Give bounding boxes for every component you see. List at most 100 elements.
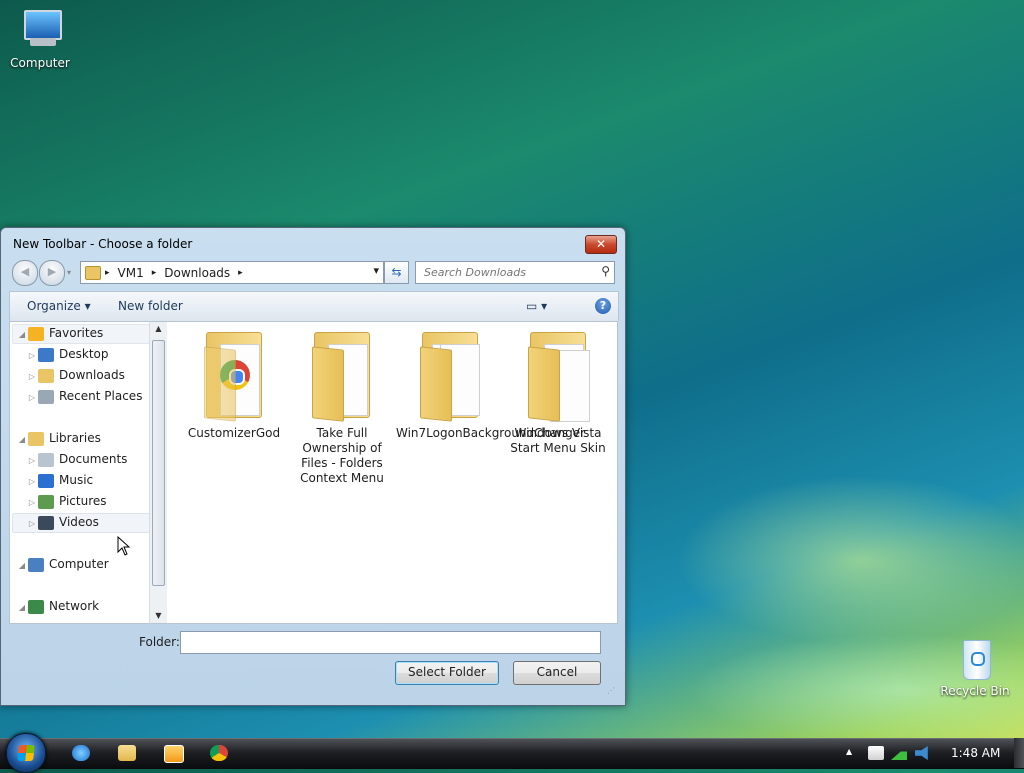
folder-item[interactable]: CustomizerGod — [180, 330, 288, 441]
internet-explorer-icon[interactable] — [72, 745, 90, 761]
select-folder-button[interactable]: Select Folder — [395, 661, 499, 685]
start-button[interactable] — [6, 733, 46, 773]
folder-name: Take Full Ownership of Files - Folders C… — [300, 426, 384, 485]
expand-arrow-icon[interactable]: ▷ — [26, 472, 38, 492]
folder-icon — [418, 330, 482, 422]
nav-item-pictures[interactable]: ▷ Pictures — [26, 491, 107, 511]
nav-item-label: Pictures — [59, 494, 107, 508]
new-folder-button[interactable]: New folder — [118, 299, 183, 313]
libraries-icon — [28, 431, 44, 446]
nav-item-videos[interactable]: ▷ Videos — [26, 512, 99, 532]
folder-item[interactable]: Windows Vista Start Menu Skin — [504, 330, 612, 456]
nav-item-label: Libraries — [49, 431, 101, 445]
nav-item-computer[interactable]: ◢ Computer — [16, 554, 109, 574]
action-center-icon[interactable] — [868, 746, 884, 760]
folder-item[interactable]: Win7LogonBackgroundChanger — [396, 330, 585, 441]
expand-arrow-icon[interactable]: ▷ — [26, 346, 38, 366]
close-icon: ✕ — [595, 237, 607, 251]
computer-label: Computer — [10, 56, 70, 70]
address-separator-icon[interactable]: ▸ — [234, 268, 247, 278]
videos-icon — [38, 515, 54, 530]
navigation-pane[interactable]: ◢ Favorites ▷ Desktop ▷ Downloads ▷ Recent Plac… — [9, 321, 150, 624]
expand-arrow-icon[interactable]: ▷ — [26, 451, 38, 471]
media-player-icon[interactable] — [164, 745, 184, 763]
nav-item-label: Downloads — [59, 368, 125, 382]
scrollbar-thumb[interactable] — [152, 340, 165, 586]
magnifier-icon[interactable]: ⚲ — [601, 264, 610, 278]
nav-item-label: Desktop — [59, 347, 109, 361]
nav-item-label: Computer — [49, 557, 109, 571]
windows-orb-icon — [17, 745, 35, 761]
collapse-arrow-icon[interactable]: ◢ — [16, 556, 28, 576]
folder-content-pane[interactable]: CustomizerGod Take Full Ownership of Fil… — [167, 321, 618, 624]
scroll-down-icon[interactable]: ▼ — [150, 609, 167, 623]
folder-icon — [526, 330, 590, 422]
nav-item-favorites[interactable]: ◢ Favorites — [16, 323, 103, 343]
refresh-button[interactable]: ⇆ — [384, 261, 409, 284]
folder-icon — [310, 330, 374, 422]
help-button[interactable]: ? — [595, 298, 611, 314]
cancel-button[interactable]: Cancel — [513, 661, 601, 685]
pictures-icon — [38, 494, 54, 509]
organize-button[interactable]: Organize ▾ — [27, 299, 91, 313]
nav-item-downloads[interactable]: ▷ Downloads — [26, 365, 125, 385]
recent-pages-dropdown-icon[interactable]: ▾ — [67, 268, 71, 277]
breadcrumb-vm1[interactable]: VM1 — [114, 266, 148, 280]
scroll-up-icon[interactable]: ▲ — [150, 322, 167, 336]
nav-item-label: Documents — [59, 452, 128, 466]
folder-name: Windows Vista Start Menu Skin — [510, 426, 606, 455]
navigation-scrollbar[interactable]: ▲ ▼ — [149, 321, 168, 624]
nav-item-documents[interactable]: ▷ Documents — [26, 449, 127, 469]
nav-item-music[interactable]: ▷ Music — [26, 470, 93, 490]
clock[interactable]: 1:48 AM — [951, 746, 1000, 760]
address-separator-icon[interactable]: ▸ — [101, 268, 114, 278]
expand-arrow-icon[interactable]: ▷ — [26, 367, 38, 387]
address-separator-icon[interactable]: ▸ — [148, 268, 161, 278]
nav-item-label: Recent Places — [59, 389, 143, 403]
folder-field-label: Folder: — [139, 635, 180, 649]
nav-item-network[interactable]: ◢ Network — [16, 596, 99, 616]
network-icon — [28, 599, 44, 614]
folder-item[interactable]: Take Full Ownership of Files - Folders C… — [288, 330, 396, 486]
folder-input[interactable] — [185, 632, 599, 653]
forward-button[interactable]: ▶ — [39, 260, 65, 286]
folder-name: CustomizerGod — [187, 426, 281, 440]
forward-arrow-icon: ▶ — [47, 265, 57, 278]
address-dropdown-icon[interactable]: ▾ — [373, 264, 379, 277]
collapse-arrow-icon[interactable]: ◢ — [16, 430, 28, 450]
show-hidden-icons-button[interactable]: ▲ — [846, 747, 852, 756]
address-bar[interactable]: ▸ VM1 ▸ Downloads ▸ ▾ — [80, 261, 384, 284]
resize-grip-icon[interactable]: ⋰ — [607, 686, 615, 695]
back-arrow-icon: ◀ — [20, 265, 30, 278]
desktop-icon-recycle-bin[interactable]: Recycle Bin — [935, 636, 1015, 698]
nav-item-desktop[interactable]: ▷ Desktop — [26, 344, 109, 364]
music-icon — [38, 473, 54, 488]
windows-explorer-icon[interactable] — [118, 745, 136, 761]
views-button[interactable]: ▭ ▾ — [526, 299, 547, 313]
show-desktop-button[interactable] — [1014, 738, 1024, 768]
expand-arrow-icon[interactable]: ▷ — [26, 514, 38, 534]
close-button[interactable]: ✕ — [585, 235, 617, 254]
chrome-icon[interactable] — [210, 745, 228, 761]
nav-item-libraries[interactable]: ◢ Libraries — [16, 428, 101, 448]
recycle-bin-label: Recycle Bin — [940, 684, 1010, 698]
search-input[interactable] — [422, 262, 596, 283]
desktop-icon — [38, 347, 54, 362]
choose-folder-dialog: New Toolbar - Choose a folder ✕ ◀ ▶ ▾ ▸ … — [0, 227, 626, 706]
recent-places-icon — [38, 389, 54, 404]
expand-arrow-icon[interactable]: ▷ — [26, 493, 38, 513]
desktop-icon-computer[interactable]: Computer — [0, 8, 80, 70]
nav-item-recent-places[interactable]: ▷ Recent Places — [26, 386, 142, 406]
search-box[interactable]: ⚲ — [415, 261, 615, 284]
dialog-title: New Toolbar - Choose a folder — [13, 237, 193, 251]
breadcrumb-downloads[interactable]: Downloads — [160, 266, 234, 280]
expand-arrow-icon[interactable]: ▷ — [26, 388, 38, 408]
documents-icon — [38, 452, 54, 467]
mouse-cursor-icon — [117, 536, 131, 556]
folder-field[interactable] — [180, 631, 601, 654]
collapse-arrow-icon[interactable]: ◢ — [16, 325, 28, 345]
back-button[interactable]: ◀ — [12, 260, 38, 286]
nav-item-label: Network — [49, 599, 100, 613]
downloads-folder-icon — [38, 368, 54, 383]
collapse-arrow-icon[interactable]: ◢ — [16, 598, 28, 618]
